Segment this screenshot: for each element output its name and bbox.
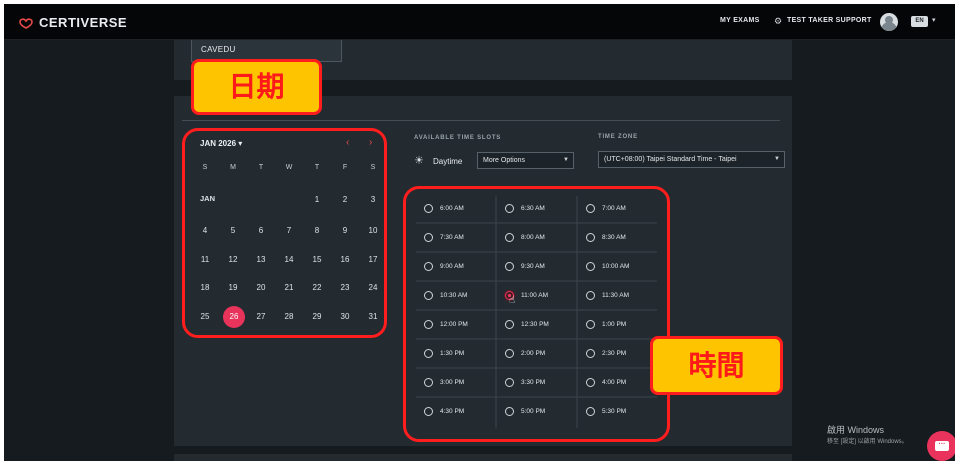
section-divider	[182, 120, 780, 121]
test-taker-support-link[interactable]: TEST TAKER SUPPORT	[787, 17, 872, 24]
available-time-slots-heading: AVAILABLE TIME SLOTS	[414, 135, 502, 141]
chat-icon: ···	[935, 441, 949, 451]
user-avatar[interactable]	[880, 13, 898, 31]
selected-organization-value: CAVEDU	[201, 45, 236, 54]
time-zone-select[interactable]: (UTC+08:00) Taipei Standard Time - Taipe…	[598, 151, 785, 168]
more-options-value: More Options	[483, 157, 526, 164]
gear-icon[interactable]: ⚙	[774, 16, 782, 27]
windows-activation-watermark: 啟用 Windows 移至 [設定] 以啟用 Windows。	[827, 424, 908, 448]
time-annotation-label: 時間	[650, 336, 783, 395]
time-annotation-outline	[403, 186, 670, 442]
chevron-down-icon[interactable]: ▾	[932, 16, 936, 24]
my-exams-link[interactable]: MY EXAMS	[720, 17, 760, 24]
brand-name: CERTIVERSE	[39, 15, 128, 30]
watermark-line-2: 移至 [設定] 以啟用 Windows。	[827, 439, 908, 445]
next-step-panel	[174, 454, 792, 461]
top-navigation-bar: CERTIVERSE MY EXAMS ⚙ TEST TAKER SUPPORT…	[4, 4, 955, 40]
watermark-line-1: 啟用 Windows	[827, 425, 885, 435]
daytime-label: Daytime	[433, 157, 463, 166]
sun-icon: ☀	[414, 155, 424, 167]
certiverse-logo[interactable]: CERTIVERSE	[18, 15, 127, 30]
language-selector[interactable]: EN	[911, 16, 928, 27]
brand-mark-icon	[19, 17, 33, 29]
app-window: CERTIVERSE MY EXAMS ⚙ TEST TAKER SUPPORT…	[4, 4, 955, 461]
chevron-down-icon: ▼	[563, 157, 569, 163]
time-zone-value: (UTC+08:00) Taipei Standard Time - Taipe…	[604, 156, 737, 163]
time-zone-heading: TIME ZONE	[598, 134, 638, 140]
chevron-down-icon: ▼	[774, 156, 780, 162]
date-annotation-label: 日期	[191, 59, 322, 115]
chat-support-button[interactable]: ···	[927, 431, 955, 461]
date-annotation-outline	[182, 128, 387, 338]
more-options-select[interactable]: More Options ▼	[477, 152, 574, 169]
